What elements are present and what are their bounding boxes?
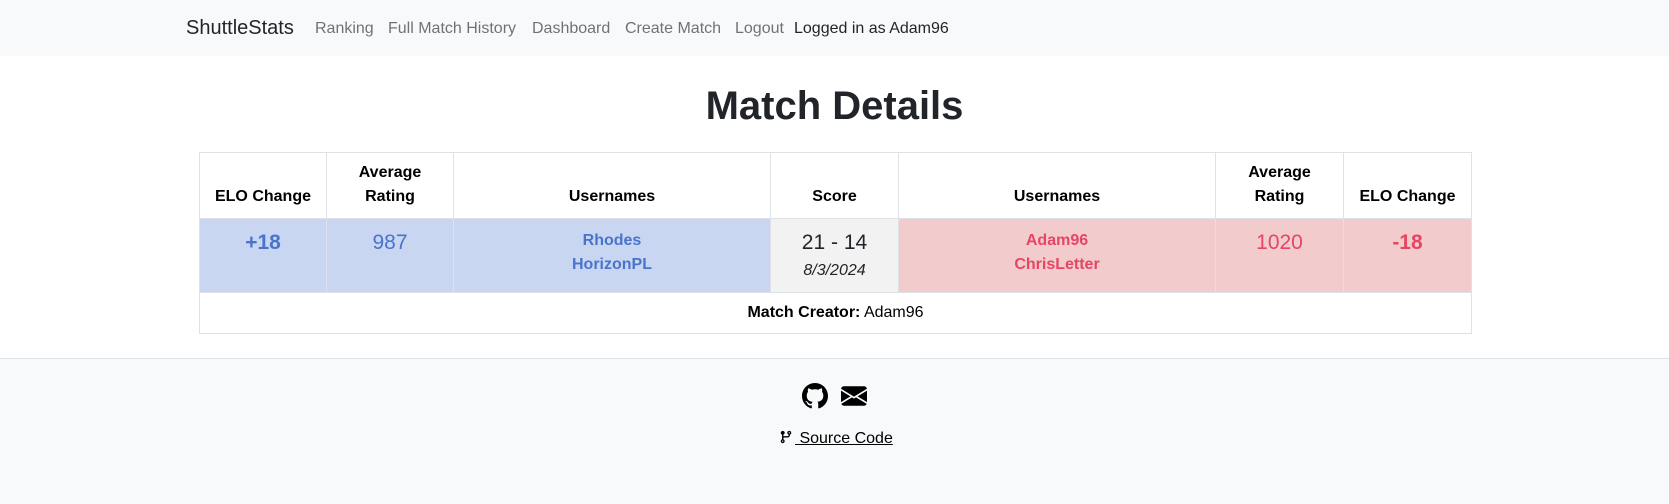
team2-elo-change: -18 bbox=[1392, 231, 1423, 254]
nav-link-logout[interactable]: Logout bbox=[735, 18, 784, 40]
github-icon[interactable] bbox=[802, 383, 828, 409]
page-title: Match Details bbox=[705, 84, 964, 128]
match-date: 8/3/2024 bbox=[803, 262, 866, 279]
team1-usernames-cell: Rhodes HorizonPL bbox=[453, 218, 771, 293]
header-elo-change-team1: ELO Change bbox=[199, 152, 327, 219]
match-creator-label: Match Creator: bbox=[747, 304, 861, 321]
team2-elo-cell: -18 bbox=[1343, 218, 1472, 293]
team2-player-link[interactable]: Adam96 bbox=[899, 229, 1215, 253]
match-creator-name: Adam96 bbox=[863, 304, 924, 321]
nav-link-ranking[interactable]: Ranking bbox=[315, 18, 374, 40]
navbar: ShuttleStats Ranking Full Match History … bbox=[0, 0, 1669, 56]
table-header-row: ELO Change Average Rating Usernames Scor… bbox=[199, 152, 1472, 219]
header-usernames-team1: Usernames bbox=[453, 152, 771, 219]
header-usernames-team2: Usernames bbox=[898, 152, 1216, 219]
header-score: Score bbox=[770, 152, 899, 219]
team1-player-link[interactable]: Rhodes bbox=[454, 229, 770, 253]
header-average-rating-team1: Average Rating bbox=[326, 152, 454, 219]
nav-link-full-match-history[interactable]: Full Match History bbox=[388, 18, 516, 40]
match-details-table: ELO Change Average Rating Usernames Scor… bbox=[199, 152, 1472, 334]
envelope-icon[interactable] bbox=[841, 383, 867, 409]
source-code-link[interactable]: Source Code bbox=[779, 428, 893, 450]
header-elo-change-team2: ELO Change bbox=[1343, 152, 1472, 219]
source-code-label: Source Code bbox=[795, 430, 893, 447]
header-average-rating-team2: Average Rating bbox=[1215, 152, 1344, 219]
match-score: 21 - 14 bbox=[801, 231, 868, 254]
team1-elo-cell: +18 bbox=[199, 218, 327, 293]
team1-player-link[interactable]: HorizonPL bbox=[454, 253, 770, 277]
team1-average-cell: 987 bbox=[326, 218, 454, 293]
creator-row: Match Creator: Adam96 bbox=[199, 292, 1472, 334]
match-creator-cell: Match Creator: Adam96 bbox=[199, 292, 1472, 334]
nav-link-create-match[interactable]: Create Match bbox=[625, 18, 721, 40]
team2-usernames-cell: Adam96 ChrisLetter bbox=[898, 218, 1216, 293]
team1-elo-change: +18 bbox=[245, 231, 281, 254]
logged-in-text: Logged in as Adam96 bbox=[794, 20, 949, 37]
team2-player-link[interactable]: ChrisLetter bbox=[899, 253, 1215, 277]
team2-average-cell: 1020 bbox=[1215, 218, 1344, 293]
team2-average-rating: 1020 bbox=[1256, 231, 1303, 254]
score-cell: 21 - 14 8/3/2024 bbox=[770, 218, 899, 293]
nav-link-dashboard[interactable]: Dashboard bbox=[532, 18, 610, 40]
table-row: +18 987 Rhodes HorizonPL 21 - 14 8/3/202… bbox=[199, 218, 1472, 293]
team1-average-rating: 987 bbox=[372, 231, 408, 254]
brand-link[interactable]: ShuttleStats bbox=[186, 15, 294, 41]
git-branch-icon bbox=[780, 430, 792, 444]
